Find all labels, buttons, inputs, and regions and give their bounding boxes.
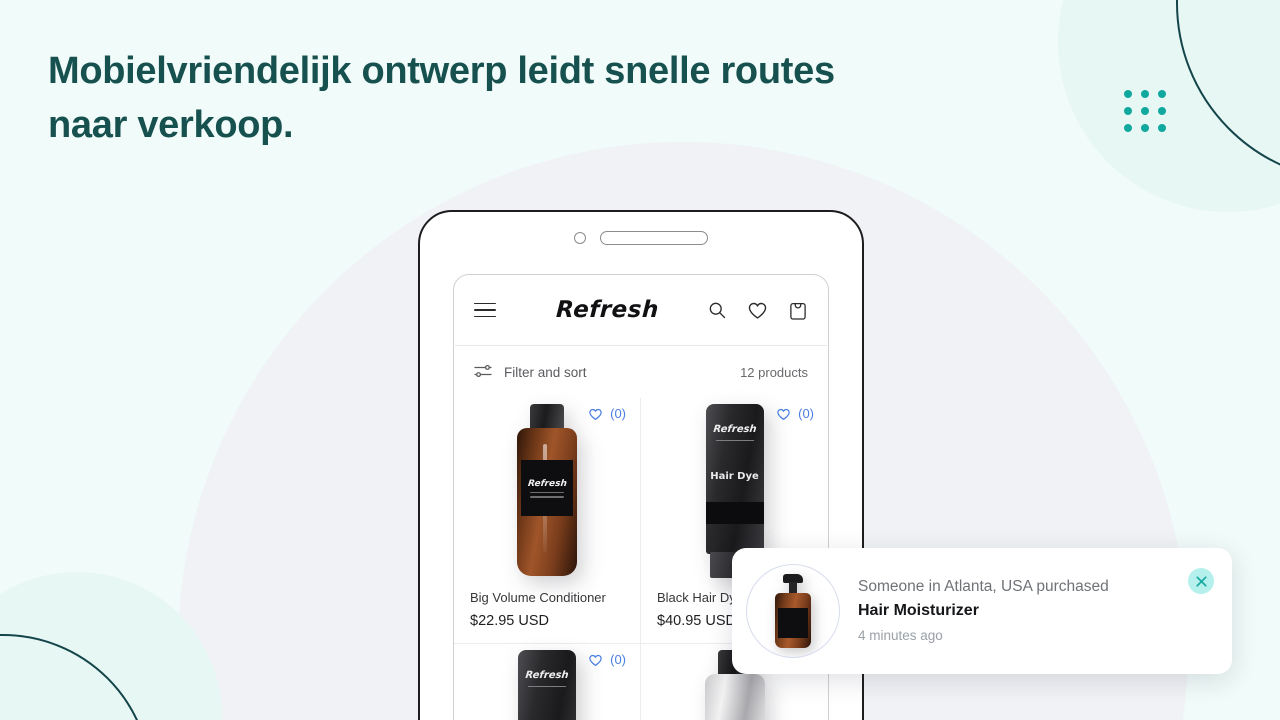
toast-message: Someone in Atlanta, USA purchased bbox=[858, 578, 1109, 595]
wishlist-count: (0) bbox=[610, 406, 626, 421]
header-icon-group bbox=[707, 300, 808, 321]
close-icon[interactable] bbox=[1188, 568, 1214, 594]
toast-timestamp: 4 minutes ago bbox=[858, 628, 943, 643]
shopping-bag-icon[interactable] bbox=[788, 300, 808, 321]
toast-product-name[interactable]: Hair Moisturizer bbox=[858, 599, 1170, 623]
store-header: Refresh bbox=[454, 275, 828, 345]
dot-grid-icon bbox=[1124, 90, 1166, 132]
amber-bottle-illustration: Refresh bbox=[517, 404, 577, 576]
product-card[interactable]: Refresh (0) Big Volume Conditioner $22.9… bbox=[454, 398, 641, 644]
heart-icon bbox=[776, 407, 791, 421]
heart-icon bbox=[588, 653, 603, 667]
wishlist-count: (0) bbox=[610, 652, 626, 667]
wishlist-toggle[interactable]: (0) bbox=[588, 406, 626, 421]
heart-icon bbox=[588, 407, 603, 421]
sliders-icon bbox=[474, 363, 492, 382]
pump-bottle-illustration bbox=[775, 574, 811, 648]
outline-circle-bottom-left bbox=[0, 634, 152, 720]
filter-bar: Filter and sort 12 products bbox=[454, 346, 828, 398]
purchase-notification-toast[interactable]: Someone in Atlanta, USA purchased Hair M… bbox=[732, 548, 1232, 674]
hamburger-icon[interactable] bbox=[474, 302, 496, 318]
wishlist-count: (0) bbox=[798, 406, 814, 421]
outline-circle-top-right bbox=[1176, 0, 1280, 182]
product-card[interactable]: Refresh (0) bbox=[454, 644, 641, 720]
product-title: Big Volume Conditioner bbox=[470, 590, 606, 605]
product-image: Refresh (0) bbox=[454, 644, 640, 720]
page-title: Mobielvriendelijk ontwerp leidt snelle r… bbox=[48, 50, 835, 146]
product-count: 12 products bbox=[740, 364, 808, 380]
wishlist-toggle[interactable]: (0) bbox=[776, 406, 814, 421]
phone-sensor-cluster bbox=[420, 231, 862, 245]
mint-circle-bottom-left bbox=[0, 572, 222, 720]
filter-and-sort-button[interactable]: Filter and sort bbox=[474, 363, 587, 382]
camera-icon bbox=[574, 232, 586, 244]
speaker-grille bbox=[600, 231, 708, 245]
heart-icon[interactable] bbox=[747, 300, 768, 321]
tube-label-brand: Refresh bbox=[524, 670, 570, 681]
search-icon[interactable] bbox=[707, 300, 727, 320]
product-price: $22.95 USD bbox=[470, 613, 549, 629]
product-thumbnail bbox=[746, 564, 840, 658]
bottle-label-brand: Refresh bbox=[527, 478, 567, 489]
tube-label-brand: Refresh bbox=[712, 424, 757, 435]
tube-label-name: Hair Dye bbox=[710, 471, 759, 482]
mint-circle-top-right bbox=[1058, 0, 1280, 212]
wishlist-toggle[interactable]: (0) bbox=[588, 652, 626, 667]
store-logo[interactable]: Refresh bbox=[505, 297, 697, 323]
product-image: Refresh (0) bbox=[454, 398, 640, 584]
filter-and-sort-label: Filter and sort bbox=[504, 364, 587, 380]
black-tube-illustration: Refresh bbox=[518, 650, 576, 720]
toast-content: Someone in Atlanta, USA purchased Hair M… bbox=[858, 576, 1170, 646]
